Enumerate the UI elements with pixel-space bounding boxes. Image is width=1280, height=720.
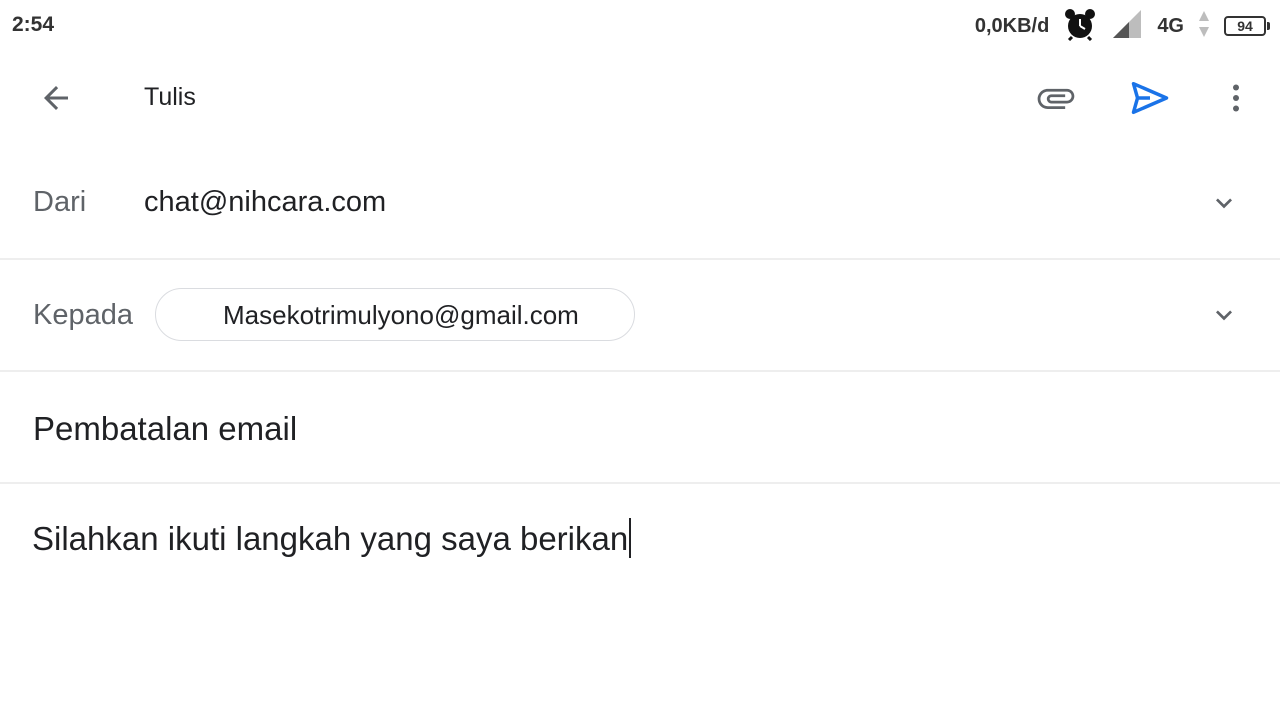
chevron-down-icon (1216, 310, 1232, 321)
divider (0, 370, 1280, 372)
more-options-button[interactable] (1208, 72, 1264, 124)
signal-icon (1111, 8, 1143, 45)
from-label: Dari (33, 186, 87, 218)
alarm-icon (1063, 7, 1097, 46)
battery-icon: 94 (1224, 16, 1270, 36)
divider (0, 258, 1280, 260)
back-arrow-icon (44, 86, 68, 110)
recipient-chip[interactable]: Masekotrimulyono@gmail.com (155, 288, 635, 341)
from-expand-button[interactable] (1202, 181, 1246, 225)
compose-toolbar: Tulis (0, 52, 1280, 144)
status-bar: 2:54 0,0KB/d 4G 94 (0, 0, 1280, 52)
status-time: 2:54 (12, 13, 55, 36)
text-cursor (629, 518, 632, 558)
to-label: Kepada (33, 299, 133, 331)
attach-button[interactable] (1028, 72, 1084, 124)
page-title: Tulis (144, 83, 196, 111)
network-type: 4G (1157, 14, 1184, 37)
subject-field[interactable]: Pembatalan email (33, 410, 297, 448)
chevron-down-icon (1216, 198, 1232, 209)
more-vert-icon (1233, 84, 1239, 112)
send-button[interactable] (1122, 72, 1178, 124)
back-button[interactable] (28, 74, 84, 122)
to-expand-button[interactable] (1202, 293, 1246, 337)
body-text: Silahkan ikuti langkah yang saya berikan (32, 520, 629, 557)
battery-level: 94 (1237, 18, 1253, 34)
data-arrows-icon (1198, 9, 1210, 44)
send-icon (1131, 81, 1169, 115)
divider (0, 482, 1280, 484)
network-speed: 0,0KB/d (974, 14, 1050, 37)
body-field[interactable]: Silahkan ikuti langkah yang saya berikan (32, 518, 632, 558)
status-icons: 0,0KB/d 4G 94 (975, 8, 1270, 44)
attach-icon (1037, 88, 1075, 109)
from-field[interactable]: chat@nihcara.com (144, 186, 386, 219)
recipient-email: Masekotrimulyono@gmail.com (223, 300, 579, 330)
